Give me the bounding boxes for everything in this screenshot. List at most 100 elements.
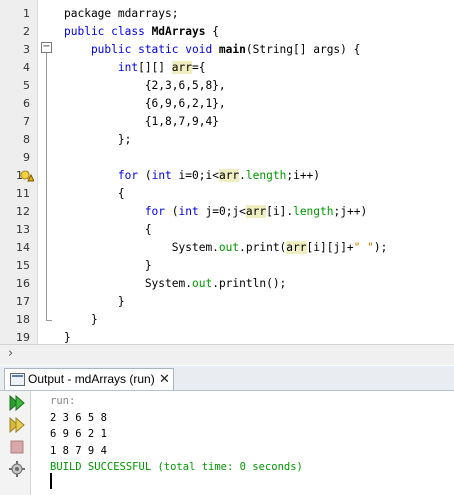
code-text: for (int i=0;i<arr.length;i++) — [64, 167, 320, 185]
code-line[interactable]: 11 { — [0, 185, 454, 203]
code-token: System. — [64, 241, 219, 254]
code-token: System. — [64, 277, 192, 290]
output-window-icon — [10, 373, 25, 386]
line-number: 17 — [16, 295, 30, 308]
code-token: .println(); — [212, 277, 287, 290]
line-number: 16 — [16, 277, 30, 290]
line-number: 5 — [23, 79, 30, 92]
tab-output[interactable]: Output - mdArrays (run) ✕ — [4, 368, 174, 390]
code-token: [i][j]+ — [306, 241, 354, 254]
code-line[interactable]: 9 — [0, 149, 454, 167]
code-text: int[][] arr={ — [64, 59, 205, 77]
line-number: 11 — [16, 187, 30, 200]
code-token: [i]. — [266, 205, 294, 218]
code-line[interactable]: 16 System.out.println(); — [0, 275, 454, 293]
line-number: 14 — [16, 241, 30, 254]
stop-icon[interactable] — [8, 438, 26, 456]
code-line[interactable]: 4 int[][] arr={ — [0, 59, 454, 77]
code-token: package mdarrays; — [64, 7, 179, 20]
code-text: public class MdArrays { — [64, 23, 219, 41]
code-text: System.out.println(); — [64, 275, 286, 293]
code-token: arr — [218, 169, 240, 182]
settings-icon[interactable] — [8, 460, 26, 478]
code-token: public class — [64, 25, 152, 38]
code-token: }; — [64, 133, 132, 146]
code-token: ( — [171, 205, 179, 218]
warning-bulb-icon[interactable] — [20, 170, 34, 182]
code-token: int — [178, 205, 206, 218]
rerun-icon[interactable] — [8, 394, 26, 412]
line-number: 12 — [16, 205, 30, 218]
output-line: 2 3 6 5 8 — [50, 411, 107, 424]
code-line[interactable]: 8 }; — [0, 131, 454, 149]
output-console[interactable]: run: 2 3 6 5 8 6 9 6 2 1 1 8 7 9 4 BUILD SUC… — [50, 393, 303, 476]
code-line[interactable]: 6 {6,9,6,2,1}, — [0, 95, 454, 113]
code-token: (String[] args) { — [245, 43, 361, 56]
code-line[interactable]: 13 { — [0, 221, 454, 239]
code-line[interactable]: 5 {2,3,6,5,8}, — [0, 77, 454, 95]
code-token: out — [191, 277, 213, 290]
code-token: j=0;j< — [205, 205, 246, 218]
code-token: " " — [353, 241, 374, 254]
line-number: 18 — [16, 313, 30, 326]
code-token: public static void — [64, 43, 219, 56]
line-number: 1 — [23, 7, 30, 20]
code-token: { — [64, 187, 125, 200]
code-token: arr — [171, 61, 192, 74]
code-token: for — [64, 169, 145, 182]
code-token: arr — [286, 241, 307, 254]
code-text: for (int j=0;j<arr[i].length;j++) — [64, 203, 367, 221]
code-line[interactable]: 3 public static void main(String[] args)… — [0, 41, 454, 59]
code-token: { — [64, 223, 152, 236]
code-text: {1,8,7,9,4} — [64, 113, 219, 131]
code-line[interactable]: 15 } — [0, 257, 454, 275]
code-line[interactable]: 2 public class MdArrays { — [0, 23, 454, 41]
text-caret — [50, 473, 52, 489]
code-line[interactable]: 18 } — [0, 311, 454, 329]
code-text: { — [64, 185, 125, 203]
output-toolbar — [0, 391, 31, 495]
line-number: 9 — [23, 151, 30, 164]
code-token: {2,3,6,5,8}, — [64, 79, 226, 92]
code-token: ;i++) — [286, 169, 321, 182]
code-text: } — [64, 311, 98, 329]
rerun-with-options-icon[interactable] — [8, 416, 26, 434]
code-text: {6,9,6,2,1}, — [64, 95, 226, 113]
code-token: ); — [373, 241, 388, 254]
output-line: run: — [50, 395, 76, 407]
code-token: {6,9,6,2,1}, — [64, 97, 226, 110]
code-text: { — [64, 221, 152, 239]
code-token: } — [64, 313, 98, 326]
code-line[interactable]: 12 for (int j=0;j<arr[i].length;j++) — [0, 203, 454, 221]
chevron-right-icon[interactable]: › — [8, 346, 13, 361]
code-text: {2,3,6,5,8}, — [64, 77, 226, 95]
code-token: ;j++) — [333, 205, 368, 218]
code-text: } — [64, 293, 125, 311]
output-line: BUILD SUCCESSFUL (total time: 0 seconds) — [50, 461, 303, 473]
code-editor[interactable]: − 1 package mdarrays; 2 public class MdArra… — [0, 0, 454, 344]
code-token: out — [218, 241, 240, 254]
line-number: 13 — [16, 223, 30, 236]
output-tab-bar: Output - mdArrays (run) ✕ — [0, 366, 454, 391]
code-line[interactable]: 1 package mdarrays; — [0, 5, 454, 23]
output-line: 1 8 7 9 4 — [50, 444, 107, 457]
code-token: int — [151, 169, 179, 182]
code-token: ={ — [192, 61, 206, 74]
code-token: . — [239, 169, 246, 182]
code-line[interactable]: 10 for (int i=0;i<arr.length;i++) — [0, 167, 454, 185]
line-number: 7 — [23, 115, 30, 128]
code-text: System.out.print(arr[i][j]+" "); — [64, 239, 387, 257]
code-token: i=0;i< — [178, 169, 219, 182]
code-token: } — [64, 259, 152, 272]
code-token: int — [64, 61, 139, 74]
code-line[interactable]: 17 } — [0, 293, 454, 311]
line-number: 4 — [23, 61, 30, 74]
code-token: length — [245, 169, 287, 182]
line-number: 6 — [23, 97, 30, 110]
code-token: arr — [245, 205, 267, 218]
line-number: 15 — [16, 259, 30, 272]
close-icon[interactable]: ✕ — [159, 371, 170, 387]
code-line[interactable]: 14 System.out.print(arr[i][j]+" "); — [0, 239, 454, 257]
code-token: main — [218, 43, 246, 56]
code-line[interactable]: 7 {1,8,7,9,4} — [0, 113, 454, 131]
